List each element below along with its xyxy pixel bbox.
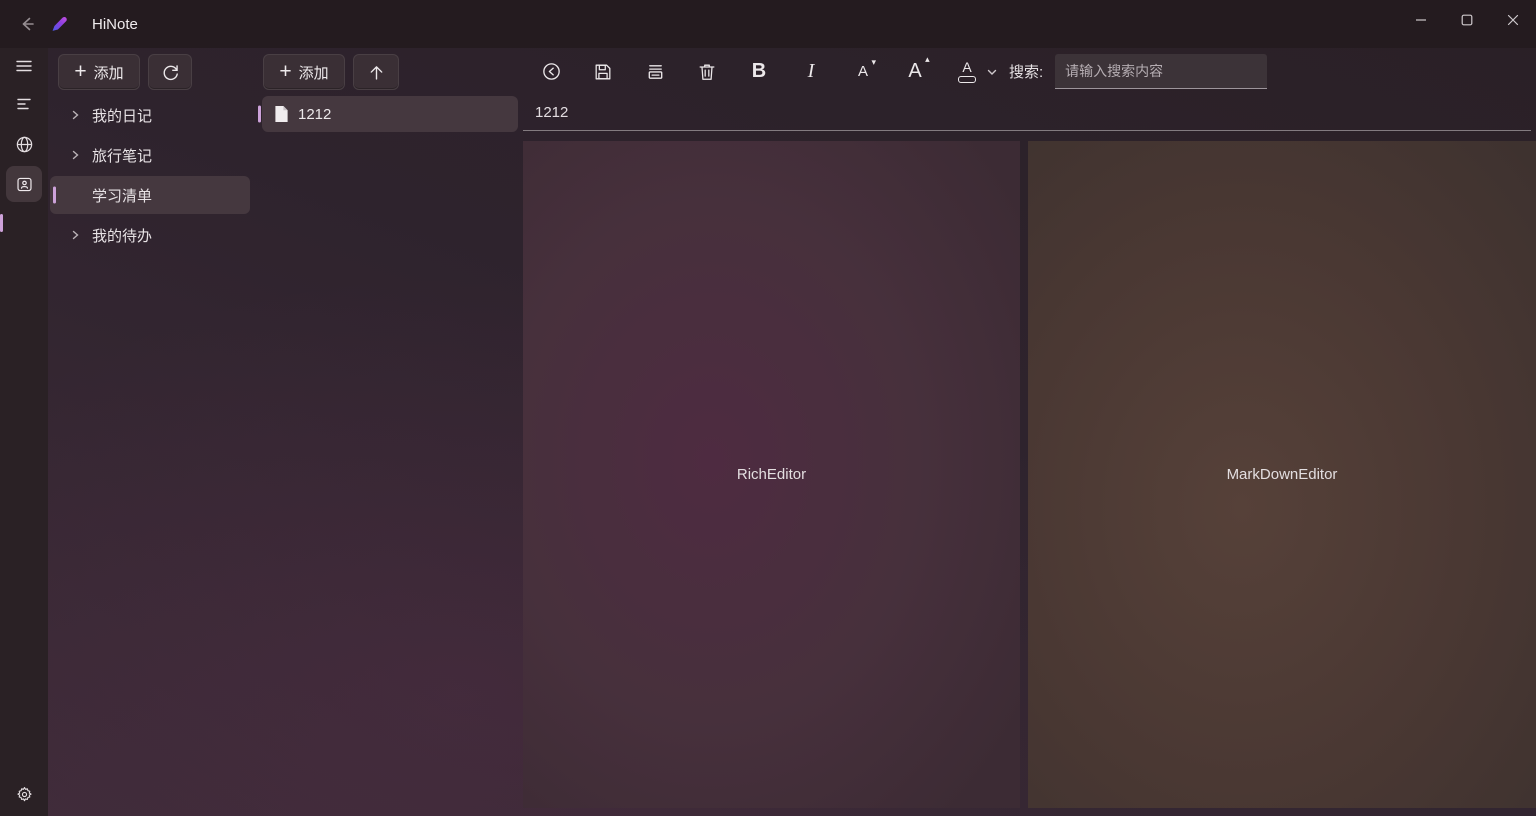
markdown-editor-pane[interactable]: MarkDownEditor (1028, 141, 1536, 808)
plus-icon: + (279, 59, 292, 83)
close-icon (1507, 14, 1519, 26)
arrow-left-icon (18, 15, 36, 33)
titlebar: HiNote (0, 0, 1536, 48)
minimize-icon (1416, 19, 1426, 21)
back-button[interactable] (12, 9, 42, 39)
list-lines-icon (17, 98, 31, 110)
chevron-right-icon[interactable] (68, 109, 82, 121)
refresh-icon (163, 64, 178, 80)
chevron-right-icon[interactable] (68, 149, 82, 161)
markdown-editor-label: MarkDownEditor (1226, 466, 1338, 483)
chevron-down-icon (987, 69, 997, 75)
add-note-button[interactable]: + 添加 (263, 54, 345, 90)
settings-gear-icon (16, 786, 32, 801)
notes-toolbar: + 添加 (263, 54, 399, 90)
font-color-label: A (962, 59, 972, 75)
editor-region: B I A ▾ A ▴ A 搜索: 请输入搜索内容 1212 RichEdito… (523, 48, 1536, 816)
selection-accent-bar (258, 105, 261, 123)
bold-label: B (751, 60, 767, 82)
maximize-button[interactable] (1444, 0, 1490, 40)
app-title: HiNote (92, 15, 138, 33)
print-button[interactable] (637, 54, 673, 90)
main-menu-button[interactable] (6, 48, 42, 84)
plus-icon: + (74, 59, 87, 83)
note-list-item-1212[interactable]: 1212 (258, 96, 518, 132)
bold-button[interactable]: B (741, 54, 777, 90)
font-color-button[interactable]: A (949, 54, 985, 90)
move-up-button[interactable] (353, 54, 399, 90)
category-item-study-list-selected[interactable]: 学习清单 (50, 176, 250, 214)
categories-panel: + 添加 我的日记 旅行笔记 学习清单 我的待办 (48, 48, 256, 816)
history-button[interactable] (533, 54, 569, 90)
category-label: 旅行笔记 (92, 147, 153, 165)
rich-editor-label: RichEditor (736, 466, 807, 483)
history-icon (542, 63, 560, 80)
hinote-app-window: HiNote + 添加 我的日记 旅行笔记 学习清单 我的待办 + 添加 121… (0, 0, 1536, 816)
search-label: 搜索: (1009, 64, 1044, 81)
note-title: 1212 (298, 105, 332, 123)
add-category-label: 添加 (93, 64, 124, 82)
window-controls (1398, 0, 1536, 40)
note-title-row (523, 95, 1531, 131)
category-label: 我的日记 (92, 107, 153, 125)
refresh-button[interactable] (148, 54, 192, 90)
italic-label: I (807, 60, 815, 82)
font-size-increase-button[interactable]: A ▴ (897, 54, 933, 90)
note-title-input[interactable] (523, 95, 1531, 130)
note-list-button[interactable] (6, 86, 42, 122)
category-label: 我的待办 (92, 227, 153, 245)
caret-down-icon: ▾ (871, 57, 876, 67)
editors-split: RichEditor MarkDownEditor (523, 141, 1536, 808)
category-label: 学习清单 (92, 187, 153, 205)
search-input[interactable] (1055, 54, 1268, 89)
font-size-decrease-button[interactable]: A ▾ (845, 54, 881, 90)
minimize-button[interactable] (1398, 0, 1444, 40)
category-item-travel-notes[interactable]: 旅行笔记 (48, 135, 256, 175)
delete-button[interactable] (689, 54, 725, 90)
pen-logo-icon (46, 11, 72, 37)
category-tree: 我的日记 旅行笔记 学习清单 我的待办 (48, 95, 256, 255)
arrow-up-icon (370, 65, 382, 80)
font-color-dropdown-button[interactable] (985, 65, 999, 79)
contacts-button[interactable] (6, 166, 42, 202)
italic-button[interactable]: I (793, 54, 829, 90)
print-icon (648, 65, 662, 79)
rail-selection-accent (0, 214, 3, 232)
font-color-bar-icon (958, 76, 976, 83)
editor-toolbar: B I A ▾ A ▴ A 搜索: (523, 48, 1536, 95)
globe-icon (16, 136, 32, 152)
font-color-group: A (949, 54, 999, 90)
save-icon (595, 64, 611, 79)
web-button[interactable] (6, 126, 42, 162)
add-category-button[interactable]: + 添加 (58, 54, 140, 90)
save-button[interactable] (585, 54, 621, 90)
font-decrease-icon: A ▾ (857, 57, 876, 80)
menu-icon (16, 60, 32, 72)
maximize-icon (1461, 14, 1473, 26)
font-increase-icon: A ▴ (908, 54, 930, 82)
chevron-right-icon[interactable] (68, 229, 82, 241)
rich-editor-pane[interactable]: RichEditor (523, 141, 1020, 808)
caret-up-icon: ▴ (925, 54, 930, 64)
left-rail (0, 48, 48, 816)
category-item-my-diary[interactable]: 我的日记 (48, 95, 256, 135)
trash-icon (699, 64, 715, 80)
file-icon (274, 105, 289, 123)
add-note-label: 添加 (298, 64, 329, 82)
category-item-my-todo[interactable]: 我的待办 (48, 215, 256, 255)
categories-toolbar: + 添加 (58, 54, 192, 90)
settings-button[interactable] (6, 776, 42, 812)
selection-accent-bar (53, 186, 56, 204)
notes-panel: + 添加 1212 (256, 48, 523, 816)
contact-card-icon (16, 177, 32, 191)
close-button[interactable] (1490, 0, 1536, 40)
